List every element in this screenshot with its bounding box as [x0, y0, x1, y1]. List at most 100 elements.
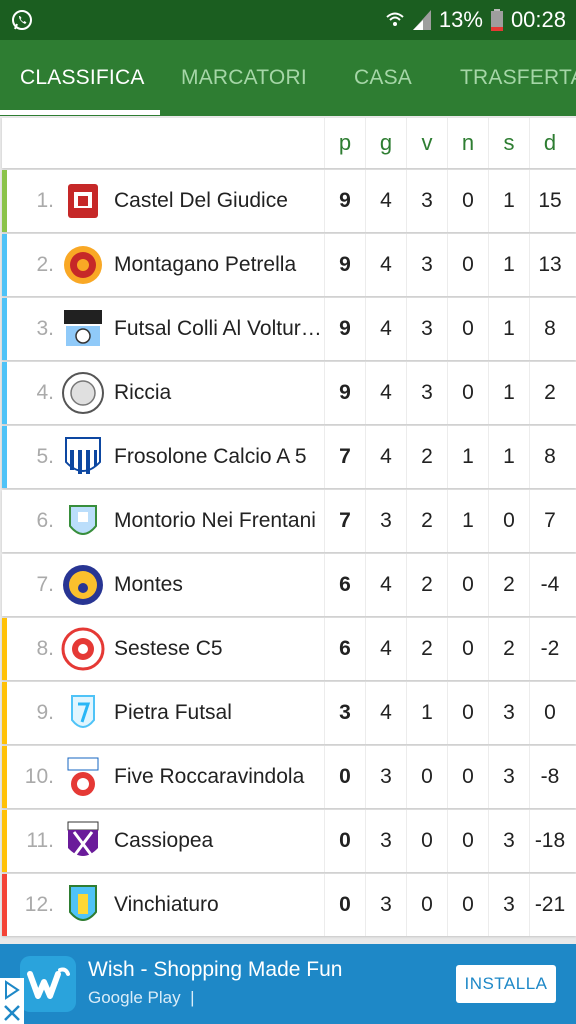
ad-title[interactable]: Wish - Shopping Made Fun — [88, 958, 342, 982]
tab-casa[interactable]: CASA — [354, 40, 412, 116]
stat-d: -8 — [529, 746, 570, 808]
stat-s: 0 — [488, 490, 529, 552]
stat-p: 0 — [324, 746, 365, 808]
col-header-g[interactable]: g — [365, 118, 406, 168]
team-name[interactable]: Montes — [114, 554, 322, 616]
stat-p: 0 — [324, 810, 365, 872]
ad-banner[interactable]: Wish - Shopping Made Fun Google Play | I… — [0, 944, 576, 1024]
col-header-p[interactable]: p — [324, 118, 365, 168]
team-name[interactable]: Riccia — [114, 362, 322, 424]
stat-d: 7 — [529, 490, 570, 552]
team-crest-icon — [61, 627, 105, 671]
tab-classifica[interactable]: CLASSIFICA — [20, 40, 145, 116]
position-number: 7. — [36, 573, 54, 596]
position-number: 10. — [24, 765, 54, 788]
status-bar: 13% 00:28 — [0, 0, 576, 40]
team-crest-icon — [68, 184, 98, 218]
stat-g: 4 — [365, 234, 406, 296]
table-body: 1. Castel Del Giudice 9 4 3 0 1 15 2. Montagano P… — [2, 170, 576, 936]
position-number: 11. — [26, 829, 54, 852]
team-name[interactable]: Futsal Colli Al Volturno — [114, 298, 322, 360]
wifi-icon — [386, 12, 404, 26]
team-name[interactable]: Sestese C5 — [114, 618, 322, 680]
position-number: 12. — [24, 893, 54, 916]
position-number: 4. — [36, 381, 54, 404]
col-header-s[interactable]: s — [488, 118, 529, 168]
team-name[interactable]: Cassiopea — [114, 810, 322, 872]
table-row[interactable]: 11. Cassiopea 0 3 0 0 3 -18 — [2, 810, 576, 872]
table-row[interactable]: 10. Five Roccaravindola 0 3 0 0 3 -8 — [2, 746, 576, 808]
stat-p: 9 — [324, 170, 365, 232]
stat-p: 6 — [324, 554, 365, 616]
zone-indicator — [2, 682, 7, 744]
zone-indicator — [2, 234, 7, 296]
position-number: 2. — [36, 253, 54, 276]
team-crest-icon — [67, 821, 99, 857]
stat-s: 1 — [488, 298, 529, 360]
col-header-d[interactable]: d — [529, 118, 570, 168]
col-header-n[interactable]: n — [447, 118, 488, 168]
stat-s: 3 — [488, 810, 529, 872]
stat-s: 2 — [488, 618, 529, 680]
stat-p: 0 — [324, 874, 365, 936]
table-row[interactable]: 2. Montagano Petrella 9 4 3 0 1 13 — [2, 234, 576, 296]
table-row[interactable]: 4. Riccia 9 4 3 0 1 2 — [2, 362, 576, 424]
google-play-label: Google Play — [88, 988, 181, 1007]
stat-n: 0 — [447, 618, 488, 680]
stat-s: 3 — [488, 746, 529, 808]
stat-d: 2 — [529, 362, 570, 424]
table-row[interactable]: 6. Montorio Nei Frentani 7 3 2 1 0 7 — [2, 490, 576, 552]
stat-g: 4 — [365, 298, 406, 360]
zone-indicator — [2, 426, 7, 488]
ad-store-label: Google Play | — [88, 988, 195, 1007]
position-number: 5. — [36, 445, 54, 468]
team-name[interactable]: Frosolone Calcio A 5 — [114, 426, 322, 488]
table-row[interactable]: 7. Montes 6 4 2 0 2 -4 — [2, 554, 576, 616]
zone-indicator — [2, 170, 7, 232]
team-name[interactable]: Montorio Nei Frentani — [114, 490, 322, 552]
table-row[interactable]: 9. Pietra Futsal 3 4 1 0 3 0 — [2, 682, 576, 744]
stat-v: 2 — [406, 618, 447, 680]
tab-marcatori[interactable]: MARCATORI — [181, 40, 307, 116]
col-header-v[interactable]: v — [406, 118, 447, 168]
adchoices-icon[interactable] — [0, 978, 24, 1024]
stat-v: 2 — [406, 490, 447, 552]
stat-v: 2 — [406, 554, 447, 616]
team-crest-icon — [71, 695, 95, 728]
team-name[interactable]: Castel Del Giudice — [114, 170, 322, 232]
zone-indicator — [2, 554, 7, 616]
stat-g: 4 — [365, 170, 406, 232]
position-number: 1. — [36, 189, 54, 212]
table-row[interactable]: 12. Vinchiaturo 0 3 0 0 3 -21 — [2, 874, 576, 936]
stat-d: 8 — [529, 426, 570, 488]
stat-d: -21 — [529, 874, 570, 936]
stat-s: 3 — [488, 874, 529, 936]
table-row[interactable]: 1. Castel Del Giudice 9 4 3 0 1 15 — [2, 170, 576, 232]
tab-trasferta[interactable]: TRASFERTA — [460, 40, 576, 116]
table-row[interactable]: 3. Futsal Colli Al Volturno 9 4 3 0 1 8 — [2, 298, 576, 360]
stat-n: 0 — [447, 874, 488, 936]
stat-d: 15 — [529, 170, 570, 232]
stat-n: 0 — [447, 234, 488, 296]
stat-d: -4 — [529, 554, 570, 616]
stat-g: 4 — [365, 426, 406, 488]
table-row[interactable]: 8. Sestese C5 6 4 2 0 2 -2 — [2, 618, 576, 680]
stat-n: 0 — [447, 746, 488, 808]
team-crest-icon — [65, 437, 101, 474]
stat-p: 9 — [324, 234, 365, 296]
team-name[interactable]: Vinchiaturo — [114, 874, 322, 936]
wish-app-icon[interactable] — [20, 956, 76, 1012]
team-name[interactable]: Pietra Futsal — [114, 682, 322, 744]
battery-percent: 13% — [438, 7, 483, 32]
stat-v: 3 — [406, 170, 447, 232]
stat-s: 2 — [488, 554, 529, 616]
table-row[interactable]: 5. Frosolone Calcio A 5742118 — [2, 426, 576, 488]
team-name[interactable]: Montagano Petrella — [114, 234, 322, 296]
install-button[interactable]: INSTALLA — [456, 965, 556, 1003]
stat-g: 4 — [365, 362, 406, 424]
stat-s: 1 — [488, 362, 529, 424]
stat-s: 1 — [488, 426, 529, 488]
team-name[interactable]: Five Roccaravindola — [114, 746, 322, 808]
active-tab-indicator — [0, 110, 160, 115]
status-indicators: 13% 00:28 — [385, 0, 566, 40]
